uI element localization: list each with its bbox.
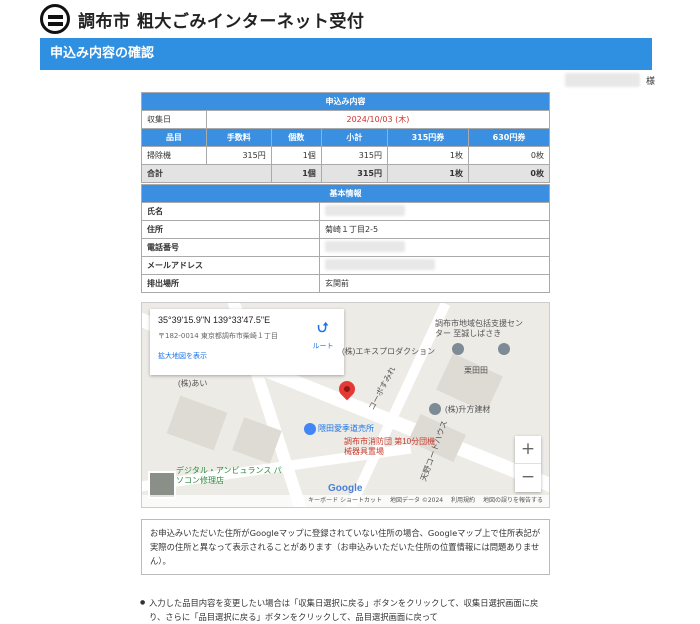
email-value: [319, 256, 550, 275]
map-label: (株)エキスプロダクション: [342, 347, 436, 356]
google-map[interactable]: 35°39'15.9"N 139°33'47.5"E 〒182-0014 東京都…: [141, 302, 550, 508]
name-value: [319, 202, 550, 221]
map-notice: お申込みいただいた住所がGoogleマップに登録されていない住所の場合、Goog…: [141, 519, 550, 575]
poi-icon: [452, 343, 464, 355]
poi-icon: [429, 403, 441, 415]
map-data-text: 地図データ ©2024: [389, 497, 444, 504]
redacted-username: [565, 73, 640, 87]
item-name: 掃除機: [141, 146, 207, 165]
map-label: 栗田田: [464, 366, 488, 375]
column-header: 品目: [141, 128, 207, 147]
honorific: 様: [646, 76, 656, 87]
redacted-email: [325, 259, 435, 270]
table-row: 掃除機 315円 1個 315円 1枚 0枚: [141, 146, 551, 165]
total-ticket-315: 1枚: [386, 164, 469, 183]
city-logo-icon: [40, 4, 70, 34]
place-value: 玄関前: [319, 274, 550, 293]
site-header: 調布市 粗大ごみインターネット受付: [40, 3, 364, 35]
phone-value: [319, 238, 550, 257]
column-header: 個数: [270, 128, 322, 147]
column-header: 小計: [320, 128, 388, 147]
place-label: 排出場所: [141, 274, 320, 293]
map-footer: キーボード ショートカット 地図データ ©2024 利用規約 地図の誤りを報告す…: [142, 495, 549, 507]
report-error-link[interactable]: 地図の誤りを報告する: [483, 497, 543, 504]
basic-section-title: 基本情報: [141, 184, 550, 203]
address-value: 菊崎１丁目2-5: [319, 220, 550, 239]
map-label: デジタル・アンビュランス パソコン修理店: [176, 466, 282, 485]
map-label: (株)升方建材: [445, 405, 491, 414]
address-label: 住所: [141, 220, 320, 239]
map-info-card: 35°39'15.9"N 139°33'47.5"E 〒182-0014 東京都…: [150, 309, 344, 375]
map-label: 調布市消防団 第10分団機械器具置場: [344, 437, 436, 456]
poi-icon: [498, 343, 510, 355]
item-ticket-630: 0枚: [467, 146, 551, 165]
page-heading: 申込み内容の確認: [40, 38, 652, 70]
total-qty: 1個: [270, 164, 322, 183]
zoom-control: + −: [515, 436, 541, 492]
map-label: 隈田愛季道売所: [318, 424, 374, 433]
basic-info-table: 基本情報 氏名 住所 菊崎１丁目2-5 電話番号 メールアドレス 排出場所 玄関…: [141, 184, 550, 293]
collection-date-label: 収集日: [141, 110, 207, 129]
application-table: 申込み内容 収集日 2024/10/03 (木) 品目 手数料 個数 小計 31…: [141, 92, 551, 183]
zoom-in-button[interactable]: +: [515, 436, 541, 464]
map-label: (株)あい: [178, 379, 208, 388]
item-qty: 1個: [270, 146, 322, 165]
phone-label: 電話番号: [141, 238, 320, 257]
terms-link[interactable]: 利用規約: [451, 497, 475, 504]
zoom-out-button[interactable]: −: [515, 464, 541, 491]
google-logo: Google: [328, 483, 363, 494]
collection-date: 2024/10/03 (木): [205, 110, 551, 129]
shop-icon: [304, 423, 316, 435]
total-subtotal: 315円: [320, 164, 388, 183]
total-label: 合計: [141, 164, 272, 183]
map-building: [166, 395, 228, 451]
directions-icon: ⮍: [317, 320, 329, 336]
route-label: ルート: [312, 342, 334, 350]
larger-map-link[interactable]: 拡大地図を表示: [158, 351, 336, 361]
map-label: 調布市地域包括支援センター 至誠しばさき: [435, 319, 523, 338]
site-title: 調布市 粗大ごみインターネット受付: [78, 11, 365, 32]
total-row: 合計 1個 315円 1枚 0枚: [141, 164, 551, 183]
total-ticket-630: 0枚: [467, 164, 551, 183]
item-subtotal: 315円: [320, 146, 388, 165]
redacted-phone: [325, 241, 405, 252]
redacted-name: [325, 205, 405, 216]
table-header-row: 品目 手数料 個数 小計 315円券 630円券: [141, 128, 551, 147]
column-header: 手数料: [205, 128, 272, 147]
email-label: メールアドレス: [141, 256, 320, 275]
user-name: 様: [565, 73, 655, 87]
application-section-title: 申込み内容: [141, 92, 550, 111]
column-header: 315円券: [386, 128, 469, 147]
item-ticket-315: 1枚: [386, 146, 469, 165]
name-label: 氏名: [141, 202, 320, 221]
column-header: 630円券: [467, 128, 551, 147]
keyboard-shortcuts-link[interactable]: キーボード ショートカット: [308, 497, 382, 504]
route-button[interactable]: ⮍ ルート: [310, 317, 336, 351]
item-fee: 315円: [205, 146, 272, 165]
